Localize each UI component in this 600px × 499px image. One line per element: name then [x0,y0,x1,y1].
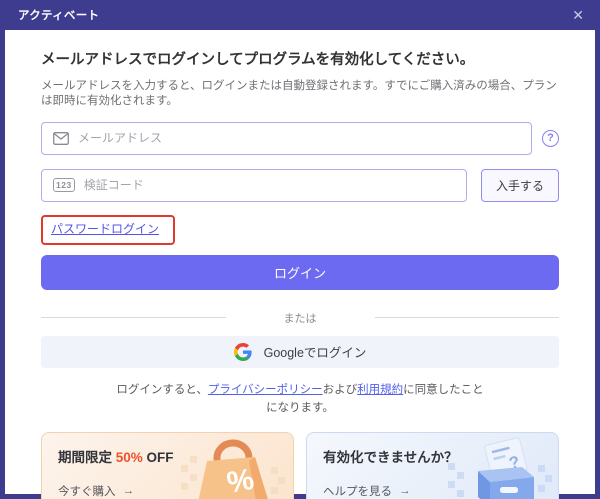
see-help-link[interactable]: ヘルプを見る → [323,483,542,499]
agreement-prefix: ログインすると、 [116,383,208,396]
annotation-highlight-box: パスワードログイン [41,214,176,245]
password-login-row: パスワードログイン [41,214,559,245]
divider-line-right [374,317,559,319]
agreement-text: ログインすると、プライバシーポリシーおよび利用規約に同意したことになります。 [114,382,486,418]
discount-title-prefix: 期間限定 [58,450,116,466]
dialog-content: メールアドレスでログインしてプログラムを有効化してください。 メールアドレスを入… [5,30,595,499]
discount-title-suffix: OFF [142,450,174,466]
divider-label: または [283,312,317,325]
discount-title: 期間限定 50% OFF [58,446,277,466]
login-button[interactable]: ログイン [41,254,559,290]
promo-row: 期間限定 50% OFF 今すぐ購入 → % 有効化できませんか？ ヘルプを見る… [41,432,559,499]
help-promo-card[interactable]: 有効化できませんか？ ヘルプを見る → ? [306,432,559,499]
see-help-label: ヘルプを見る [323,486,392,499]
google-login-button[interactable]: Googleでログイン [41,335,559,368]
or-divider: または [41,310,559,326]
help-icon[interactable]: ? [542,129,559,147]
discount-promo-card[interactable]: 期間限定 50% OFF 今すぐ購入 → % [41,432,294,499]
page-subtitle: メールアドレスを入力すると、ログインまたは自動登録されます。すでにご購入済みの場… [41,79,557,107]
code-123-icon: 123 [53,178,75,193]
privacy-policy-link[interactable]: プライバシーポリシー [208,384,323,396]
page-title: メールアドレスでログインしてプログラムを有効化してください。 [41,52,475,68]
code-field[interactable]: 123 [41,168,467,202]
code-row: 123 入手する [41,168,559,202]
arrow-right-icon: → [399,485,411,498]
agreement-conjunction: および [322,383,358,396]
window-title: アクティベート [18,10,100,22]
titlebar: アクティベート ✕ [0,0,600,30]
help-title: 有効化できませんか？ [323,450,458,466]
email-field[interactable] [41,121,532,155]
buy-now-label: 今すぐ購入 [58,486,116,499]
divider-line-left [41,317,226,319]
email-row: ? [41,121,559,155]
activation-dialog: アクティベート ✕ メールアドレスでログインしてプログラムを有効化してください。… [0,0,600,499]
email-input[interactable] [78,131,520,146]
get-code-button[interactable]: 入手する [481,168,559,202]
buy-now-link[interactable]: 今すぐ購入 → [58,483,277,499]
google-login-label: Googleでログイン [263,346,367,361]
envelope-icon [53,131,69,145]
arrow-right-icon: → [122,485,135,498]
google-logo-icon [233,342,252,361]
code-input[interactable] [83,178,455,193]
discount-percent: 50% [115,450,143,466]
terms-link[interactable]: 利用規約 [357,384,403,396]
password-login-link[interactable]: パスワードログイン [51,222,159,236]
close-icon[interactable]: ✕ [572,8,584,22]
